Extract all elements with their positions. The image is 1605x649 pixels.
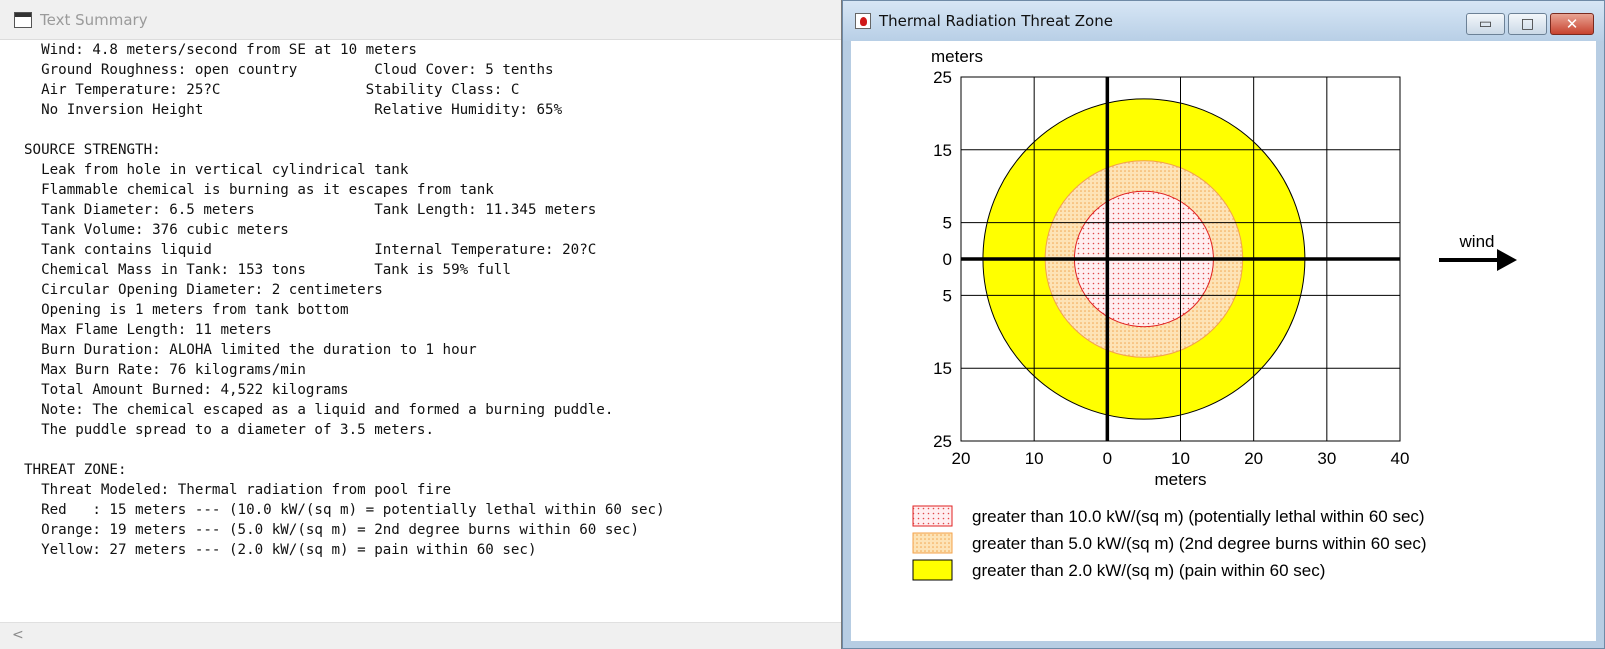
summary-line: Max Flame Length: 11 meters (41, 322, 272, 338)
summary-line: Chemical Mass in Tank: 153 tons Tank is … (41, 262, 511, 278)
summary-line: Burn Duration: ALOHA limited the duratio… (41, 342, 477, 358)
x-tick-label: 10 (1025, 449, 1044, 468)
minimize-button[interactable]: ▭ (1466, 13, 1505, 35)
x-tick-label: 20 (952, 449, 971, 468)
summary-line: Leak from hole in vertical cylindrical t… (41, 162, 409, 178)
y-axis-title: meters (931, 47, 983, 66)
x-tick-label: 10 (1171, 449, 1190, 468)
y-tick-label: 15 (933, 141, 952, 160)
text-summary-window: Text Summary Wind: 4.8 meters/second fro… (0, 0, 842, 649)
text-summary-titlebar[interactable]: Text Summary (0, 0, 841, 40)
wind-arrow-icon (1497, 249, 1517, 271)
x-tick-label: 20 (1244, 449, 1263, 468)
summary-line: Max Burn Rate: 76 kilograms/min (41, 362, 306, 378)
y-tick-label: 15 (933, 359, 952, 378)
x-axis-title: meters (1155, 470, 1207, 489)
summary-line: Note: The chemical escaped as a liquid a… (41, 402, 614, 418)
summary-line: Total Amount Burned: 4,522 kilograms (41, 382, 349, 398)
threat-zone-app-icon (855, 13, 871, 29)
summary-line: Tank contains liquid Internal Temperatur… (41, 242, 597, 258)
summary-line: Tank Volume: 376 cubic meters (41, 222, 289, 238)
x-tick-label: 0 (1103, 449, 1112, 468)
minimize-icon: ▭ (1478, 16, 1493, 32)
summary-line: THREAT ZONE: (24, 462, 127, 478)
x-tick-label: 40 (1391, 449, 1410, 468)
summary-text: Wind: 4.8 meters/second from SE at 10 me… (24, 40, 831, 623)
summary-line: Opening is 1 meters from tank bottom (41, 302, 349, 318)
summary-line: Orange: 19 meters --- (5.0 kW/(sq m) = 2… (41, 522, 639, 538)
summary-line: No Inversion Height Relative Humidity: 6… (41, 102, 563, 118)
close-button[interactable]: ✕ (1550, 13, 1594, 35)
maximize-button[interactable]: □ (1508, 13, 1547, 35)
summary-line: Ground Roughness: open country Cloud Cov… (41, 62, 554, 78)
summary-line: Tank Diameter: 6.5 meters Tank Length: 1… (41, 202, 597, 218)
summary-line: Air Temperature: 25?C Stability Class: C (41, 82, 520, 98)
maximize-icon: □ (1520, 16, 1535, 32)
legend-label-orange: greater than 5.0 kW/(sq m) (2nd degree b… (972, 534, 1427, 553)
summary-line: Wind: 4.8 meters/second from SE at 10 me… (41, 42, 417, 58)
summary-line: Red : 15 meters --- (10.0 kW/(sq m) = po… (41, 502, 665, 518)
threat-zone-window: Thermal Radiation Threat Zone ▭ □ ✕ 25 15… (842, 0, 1605, 649)
threat-zone-plot-area: 25 15 5 0 5 15 25 20 10 0 10 20 30 40 meters meters win… (851, 41, 1596, 641)
x-tick-label: 30 (1317, 449, 1336, 468)
summary-line: The puddle spread to a diameter of 3.5 m… (41, 422, 434, 438)
y-tick-label: 25 (933, 68, 952, 87)
horizontal-scrollbar[interactable]: < (0, 622, 841, 649)
legend-swatch-red (912, 505, 953, 527)
text-summary-title: Text Summary (40, 10, 148, 29)
y-tick-label: 5 (943, 286, 952, 305)
legend-label-red: greater than 10.0 kW/(sq m) (potentially… (972, 507, 1425, 526)
summary-line: Flammable chemical is burning as it esca… (41, 182, 494, 198)
y-tick-label: 25 (933, 432, 952, 451)
window-app-icon (14, 11, 32, 28)
summary-line: SOURCE STRENGTH: (24, 142, 161, 158)
threat-zone-chart: 2515505152520 10 0 10 20 30 40metersmeters win… (912, 47, 1517, 581)
wind-label: wind (1459, 232, 1495, 251)
summary-line: Circular Opening Diameter: 2 centimeters (41, 282, 383, 298)
scroll-left-arrow-icon[interactable]: < (12, 627, 24, 643)
summary-line: Threat Modeled: Thermal radiation from p… (41, 482, 452, 498)
legend-swatch-orange (912, 532, 953, 554)
y-tick-label: 5 (943, 214, 952, 233)
y-tick-label: 0 (943, 250, 952, 269)
legend-swatch-yellow (912, 559, 953, 581)
threat-zone-title: Thermal Radiation Threat Zone (879, 12, 1113, 30)
close-icon: ✕ (1565, 15, 1579, 33)
summary-line: Yellow: 27 meters --- (2.0 kW/(sq m) = p… (41, 542, 537, 558)
window-controls: ▭ □ ✕ (1463, 13, 1594, 35)
legend-label-yellow: greater than 2.0 kW/(sq m) (pain within … (972, 561, 1325, 580)
